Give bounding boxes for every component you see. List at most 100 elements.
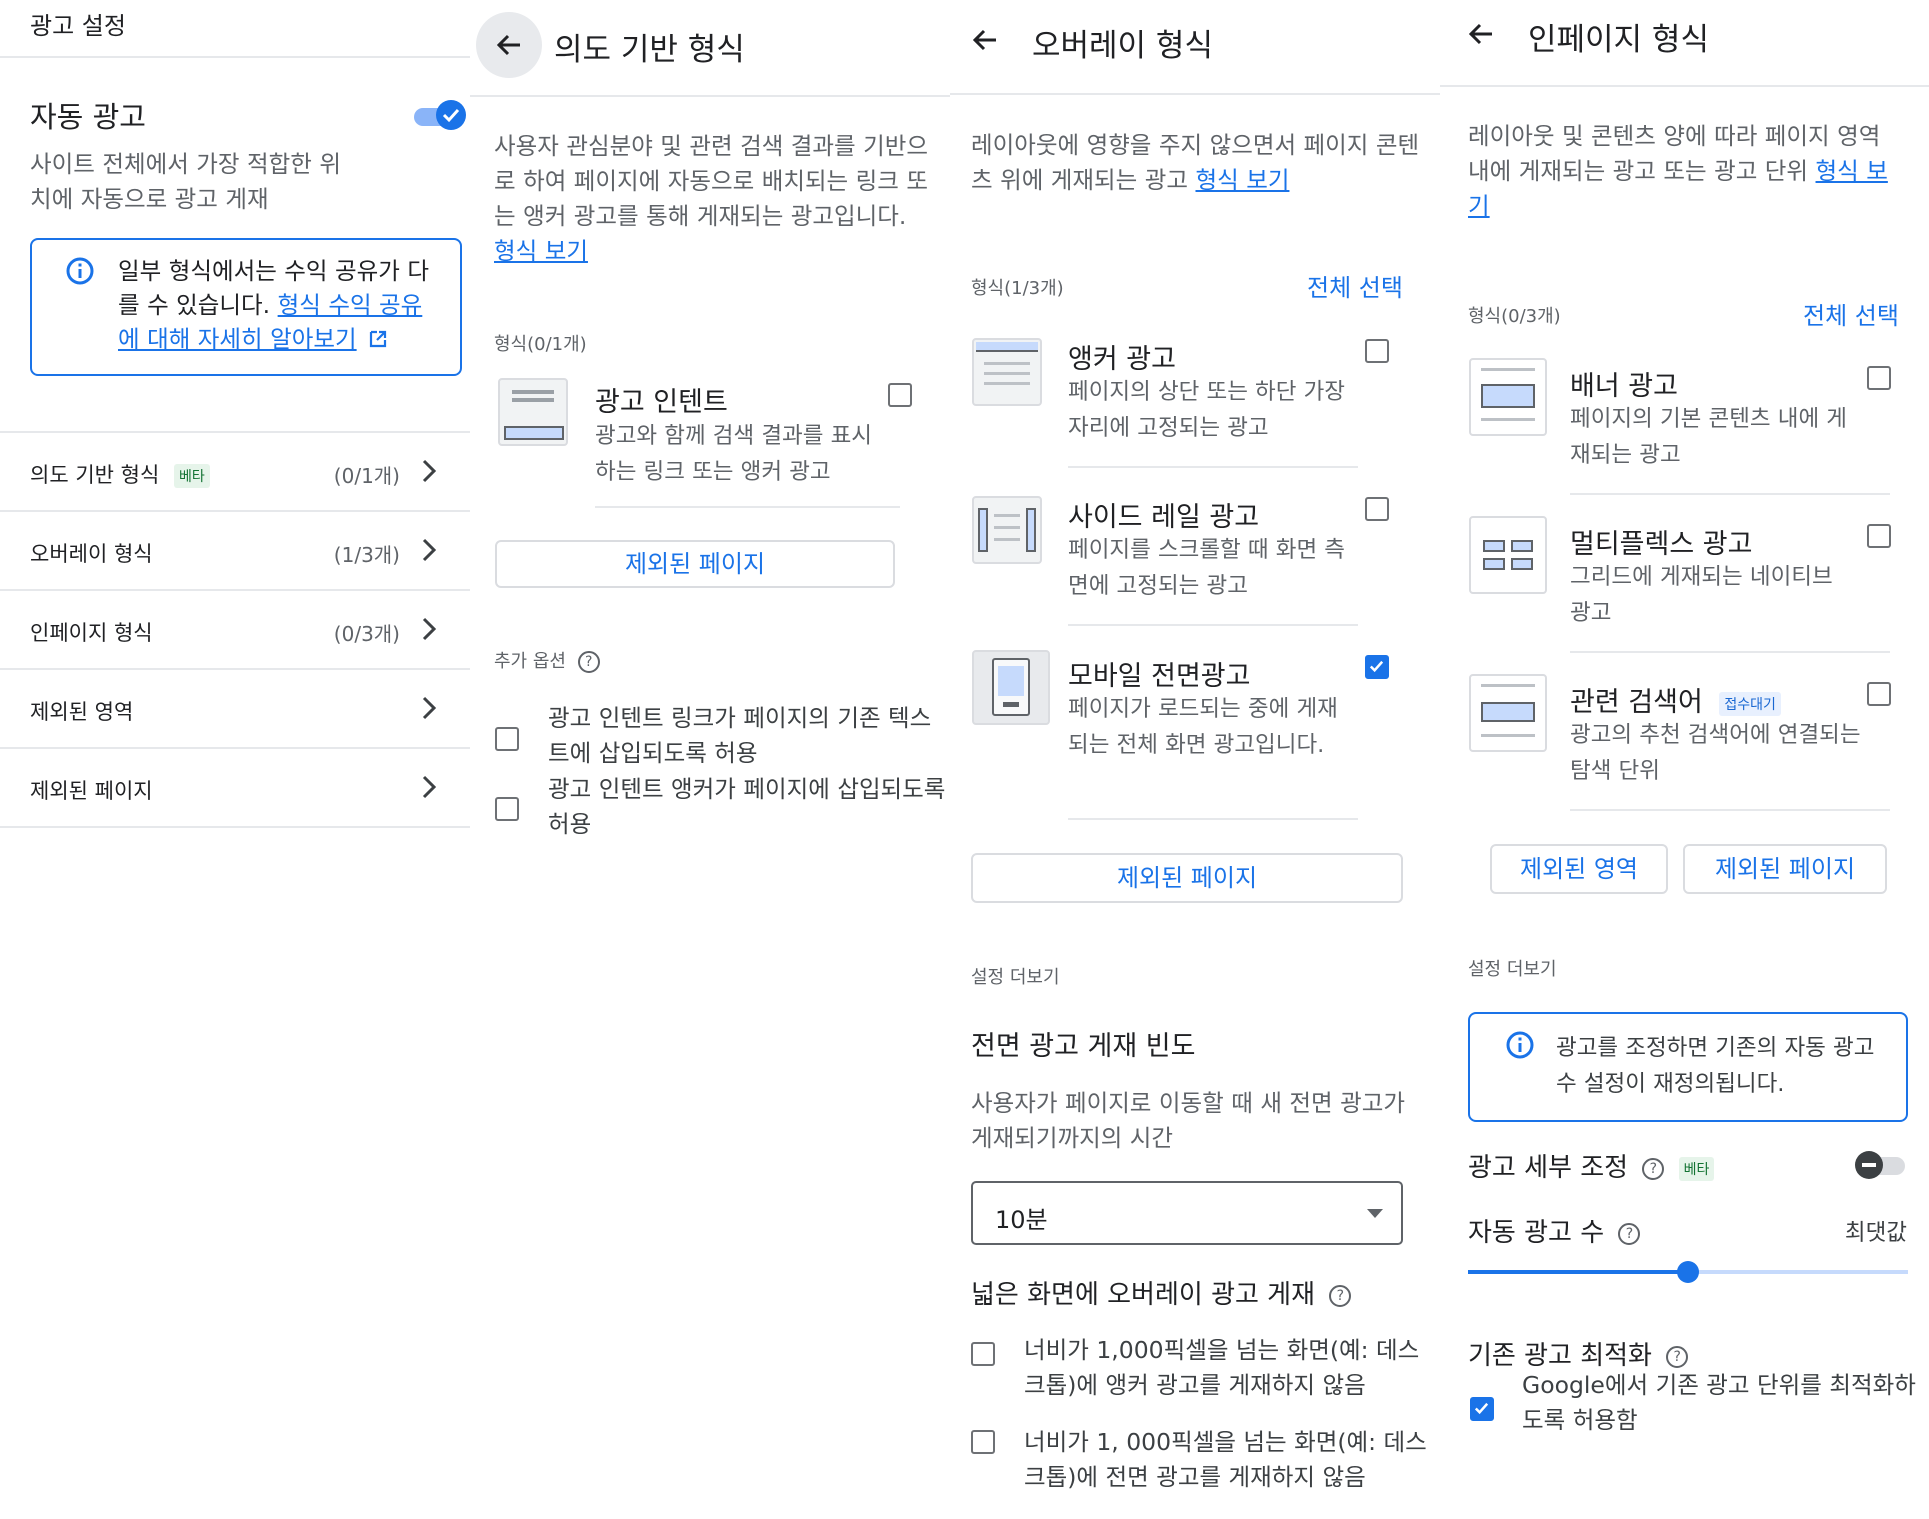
info-icon [1506,1031,1534,1059]
ad-intent-checkbox[interactable] [888,383,912,407]
optimize-title: 기존 광고 최적화 ? [1468,1335,1689,1372]
nav-item-overlay-formats[interactable]: 오버레이 형식 (1/3개) [0,512,470,591]
multiplex-ad-checkbox[interactable] [1867,524,1891,548]
divider [0,56,470,58]
format-name: 앵커 광고 [1068,344,1176,375]
multiplex-ad-thumbnail [1469,516,1547,594]
frequency-selected-value: 10분 [995,1206,1048,1234]
divider [1440,85,1929,87]
options-label-text: 추가 옵션 [494,651,566,672]
wide-option-checkbox[interactable] [971,1430,995,1454]
arrow-back-icon[interactable] [1467,20,1495,48]
option-label: 광고 인텐트 앵커가 페이지에 삽입되도록 허용 [548,775,946,838]
select-all-button[interactable]: 전체 선택 [1803,296,1899,331]
view-formats-link[interactable]: 형식 보기 [1195,166,1289,194]
format-description: 페이지의 상단 또는 하단 가장자리에 고정되는 광고 [1068,379,1346,441]
divider [1068,466,1358,468]
help-icon[interactable]: ? [1666,1345,1689,1368]
format-name: 광고 인텐트 [595,387,728,418]
toggle-knob [1855,1151,1883,1179]
formats-count-label: 형식(1/3개) [971,278,1064,299]
ad-count-max-label: 최댓값 [1844,1220,1907,1246]
nav-item-inpage-formats[interactable]: 인페이지 형식 (0/3개) [0,591,470,670]
ad-intent-thumbnail [498,378,568,446]
wide-option-checkbox[interactable] [971,1342,995,1366]
slider-fill [1468,1270,1688,1274]
external-link-icon[interactable] [368,329,388,349]
panel-title: 의도 기반 형식 [554,32,745,68]
auto-ads-description: 사이트 전체에서 가장 적합한 위치에 자동으로 광고 게재 [30,150,341,213]
format-description: 그리드에 게재되는 네이티브 광고 [1570,564,1833,626]
divider [1570,493,1890,495]
slider-thumb[interactable] [1677,1261,1699,1283]
format-name: 모바일 전면광고 [1068,661,1251,692]
pending-badge: 접수대기 [1719,691,1781,716]
intent-description: 사용자 관심분야 및 관련 검색 결과를 기반으로 하여 페이지에 자동으로 배… [494,129,934,269]
nav-item-intent-formats[interactable]: 의도 기반 형식 베타 (0/1개) [0,433,470,512]
panel-header: 광고 설정 [30,12,126,40]
description-text: 사용자 관심분야 및 관련 검색 결과를 기반으로 하여 페이지에 자동으로 배… [494,132,928,230]
dropdown-arrow-icon [1367,1209,1383,1218]
excluded-pages-button[interactable]: 제외된 페이지 [495,540,895,588]
nav-item-count: (0/1개) [333,464,400,488]
divider [950,93,1440,95]
divider [1068,818,1358,820]
auto-ads-toggle[interactable] [410,100,466,130]
help-icon[interactable]: ? [1329,1284,1352,1307]
chevron-right-icon [422,459,437,483]
arrow-back-icon[interactable] [971,26,999,54]
fine-tune-toggle[interactable] [1855,1150,1909,1180]
wide-option-label: 너비가 1, 000픽셀을 넘는 화면(예: 데스크톱)에 전면 광고를 게재하… [1024,1428,1427,1491]
divider [595,506,900,508]
view-formats-link[interactable]: 형식 보기 [494,237,588,265]
nav-item-label: 제외된 페이지 [30,779,153,803]
format-description: 페이지를 스크롤할 때 화면 측면에 고정되는 광고 [1068,537,1346,599]
nav-item-count: (1/3개) [333,543,400,567]
info-icon [66,257,94,285]
more-settings-label: 설정 더보기 [971,967,1060,988]
divider [1068,624,1358,626]
excluded-areas-button[interactable]: 제외된 영역 [1490,844,1668,894]
info-text: 광고를 조정하면 기존의 자동 광고 수 설정이 재정의됩니다. [1556,1035,1875,1097]
excluded-pages-button[interactable]: 제외된 페이지 [1683,844,1887,894]
chevron-right-icon [422,775,437,799]
optimize-checkbox[interactable] [1470,1397,1494,1421]
excluded-pages-button[interactable]: 제외된 페이지 [971,853,1403,903]
formats-count-label: 형식(0/1개) [494,334,587,355]
anchor-ad-thumbnail [972,338,1042,406]
side-rail-checkbox[interactable] [1365,497,1389,521]
frequency-select[interactable]: 10분 [971,1181,1403,1245]
inpage-description: 레이아웃 및 콘텐츠 양에 따라 페이지 영역 내에 게재되는 광고 또는 광고… [1468,119,1898,224]
wide-screen-title: 넓은 화면에 오버레이 광고 게재 ? [971,1274,1352,1311]
select-all-button[interactable]: 전체 선택 [1307,268,1403,303]
ad-count-text: 자동 광고 수 [1468,1218,1605,1248]
beta-badge: 베타 [1678,1156,1715,1181]
toggle-knob [436,100,466,130]
help-icon[interactable]: ? [1618,1222,1641,1245]
help-icon[interactable]: ? [1642,1157,1665,1180]
divider [1570,809,1890,811]
option-checkbox[interactable] [495,727,519,751]
mobile-interstitial-checkbox[interactable] [1365,655,1389,679]
banner-ad-checkbox[interactable] [1867,366,1891,390]
anchor-ad-checkbox[interactable] [1365,339,1389,363]
nav-item-excluded-areas[interactable]: 제외된 영역 [0,670,470,749]
optimize-title-text: 기존 광고 최적화 [1468,1341,1652,1371]
overlay-description: 레이아웃에 영향을 주지 않으면서 페이지 콘텐츠 위에 게재되는 광고 형식 … [971,128,1421,198]
wide-option-label: 너비가 1,000픽셀을 넘는 화면(예: 데스크톱)에 앵커 광고를 게재하지… [1024,1336,1420,1399]
format-description: 광고의 추천 검색어에 연결되는 탐색 단위 [1570,722,1861,784]
option-checkbox[interactable] [495,797,519,821]
related-search-checkbox[interactable] [1867,682,1891,706]
formats-count-label: 형식(0/3개) [1468,306,1561,327]
format-name: 사이드 레일 광고 [1068,502,1260,533]
ad-count-slider[interactable] [1468,1260,1908,1284]
back-button[interactable] [476,12,542,78]
mobile-interstitial-thumbnail [972,650,1050,725]
help-icon[interactable]: ? [577,651,600,673]
divider [1570,651,1890,653]
nav-item-label: 오버레이 형식 [30,542,153,566]
check-icon [442,108,460,123]
frequency-description: 사용자가 페이지로 이동할 때 새 전면 광고가 게재되기까지의 시간 [971,1089,1405,1152]
chevron-right-icon [422,538,437,562]
nav-item-excluded-pages[interactable]: 제외된 페이지 [0,749,470,828]
